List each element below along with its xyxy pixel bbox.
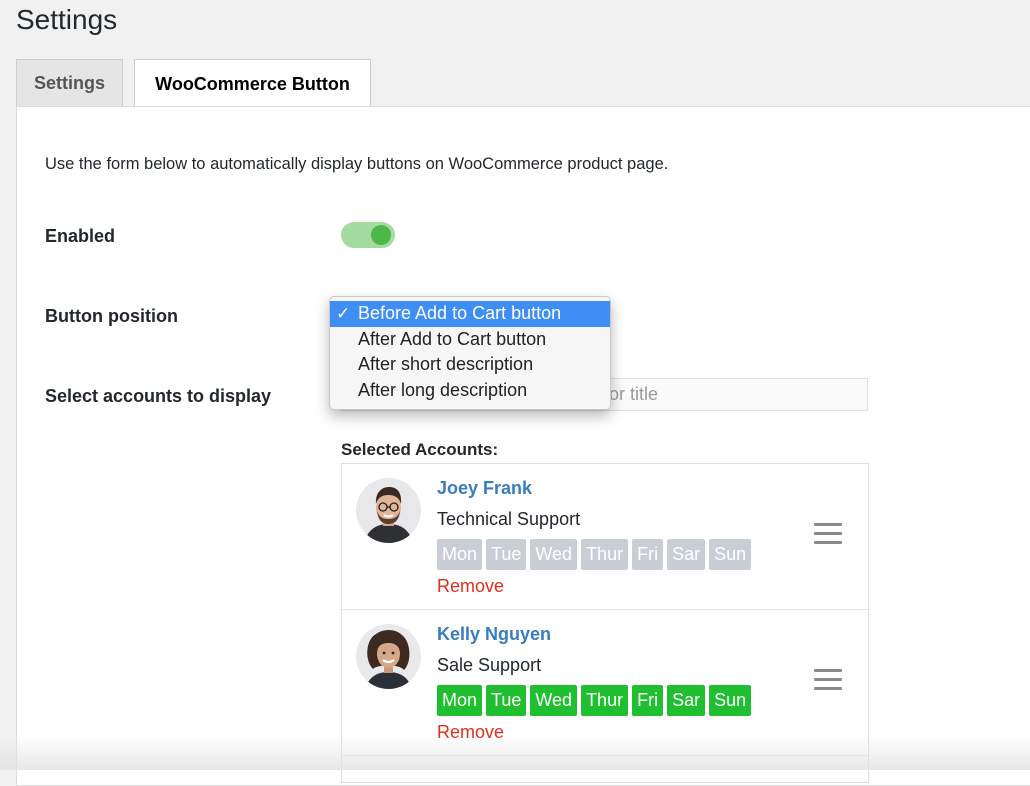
- account-card: Kelly Nguyen Sale Support Mon Tue Wed Th…: [342, 610, 868, 756]
- day-toggle-sun[interactable]: Sun: [709, 685, 752, 716]
- button-position-label: Button position: [45, 306, 178, 326]
- drag-handle-icon[interactable]: [814, 523, 842, 545]
- day-toggle-mon[interactable]: Mon: [437, 539, 483, 570]
- account-name-link[interactable]: Kelly Nguyen: [437, 624, 551, 645]
- day-toggle-thur[interactable]: Thur: [581, 539, 629, 570]
- toggle-knob: [371, 225, 391, 245]
- option-label: Before Add to Cart button: [358, 303, 562, 323]
- day-toggle-thur[interactable]: Thur: [581, 685, 629, 716]
- dropdown-option-after-short-description[interactable]: After short description: [330, 352, 610, 378]
- remove-link[interactable]: Remove: [437, 576, 504, 597]
- account-role: Sale Support: [437, 655, 542, 675]
- account-role: Technical Support: [437, 509, 581, 529]
- avatar: [356, 624, 421, 689]
- remove-link[interactable]: Remove: [437, 722, 504, 743]
- day-toggle-wed[interactable]: Wed: [530, 539, 578, 570]
- day-toggle-tue[interactable]: Tue: [486, 685, 527, 716]
- day-toggle-mon[interactable]: Mon: [437, 685, 483, 716]
- dropdown-option-before-add-to-cart[interactable]: ✓ Before Add to Cart button: [330, 301, 610, 327]
- dropdown-option-after-add-to-cart[interactable]: After Add to Cart button: [330, 327, 610, 353]
- enabled-label: Enabled: [45, 226, 116, 246]
- selected-accounts-title: Selected Accounts:: [341, 440, 499, 459]
- day-toggle-fri[interactable]: Fri: [632, 685, 664, 716]
- day-toggles: Mon Tue Wed Thur Fri Sar Sun: [437, 539, 752, 570]
- day-toggles: Mon Tue Wed Thur Fri Sar Sun: [437, 685, 752, 716]
- selected-accounts-list: Joey Frank Technical Support Mon Tue Wed…: [341, 463, 869, 783]
- day-toggle-sun[interactable]: Sun: [709, 539, 752, 570]
- avatar: [356, 478, 421, 543]
- dropdown-option-after-long-description[interactable]: After long description: [330, 378, 610, 404]
- day-toggle-sar[interactable]: Sar: [667, 539, 706, 570]
- page-title: Settings: [16, 4, 118, 35]
- intro-text: Use the form below to automatically disp…: [45, 155, 669, 173]
- tab-woocommerce-button[interactable]: WooCommerce Button: [134, 59, 371, 108]
- day-toggle-tue[interactable]: Tue: [486, 539, 527, 570]
- tab-settings[interactable]: Settings: [16, 59, 123, 106]
- enabled-toggle[interactable]: [341, 222, 395, 248]
- option-label: After Add to Cart button: [358, 328, 547, 349]
- option-label: After short description: [358, 354, 534, 374]
- button-position-dropdown[interactable]: ✓ Before Add to Cart button After Add to…: [329, 296, 611, 410]
- option-label: After long description: [358, 379, 528, 400]
- account-card: Joey Frank Technical Support Mon Tue Wed…: [342, 464, 868, 610]
- day-toggle-fri[interactable]: Fri: [632, 539, 664, 570]
- day-toggle-sar[interactable]: Sar: [667, 685, 706, 716]
- drag-handle-icon[interactable]: [814, 669, 842, 691]
- day-toggle-wed[interactable]: Wed: [530, 685, 578, 716]
- select-accounts-label: Select accounts to display: [45, 386, 272, 406]
- checkmark-icon: ✓: [336, 304, 351, 323]
- account-name-link[interactable]: Joey Frank: [437, 478, 532, 499]
